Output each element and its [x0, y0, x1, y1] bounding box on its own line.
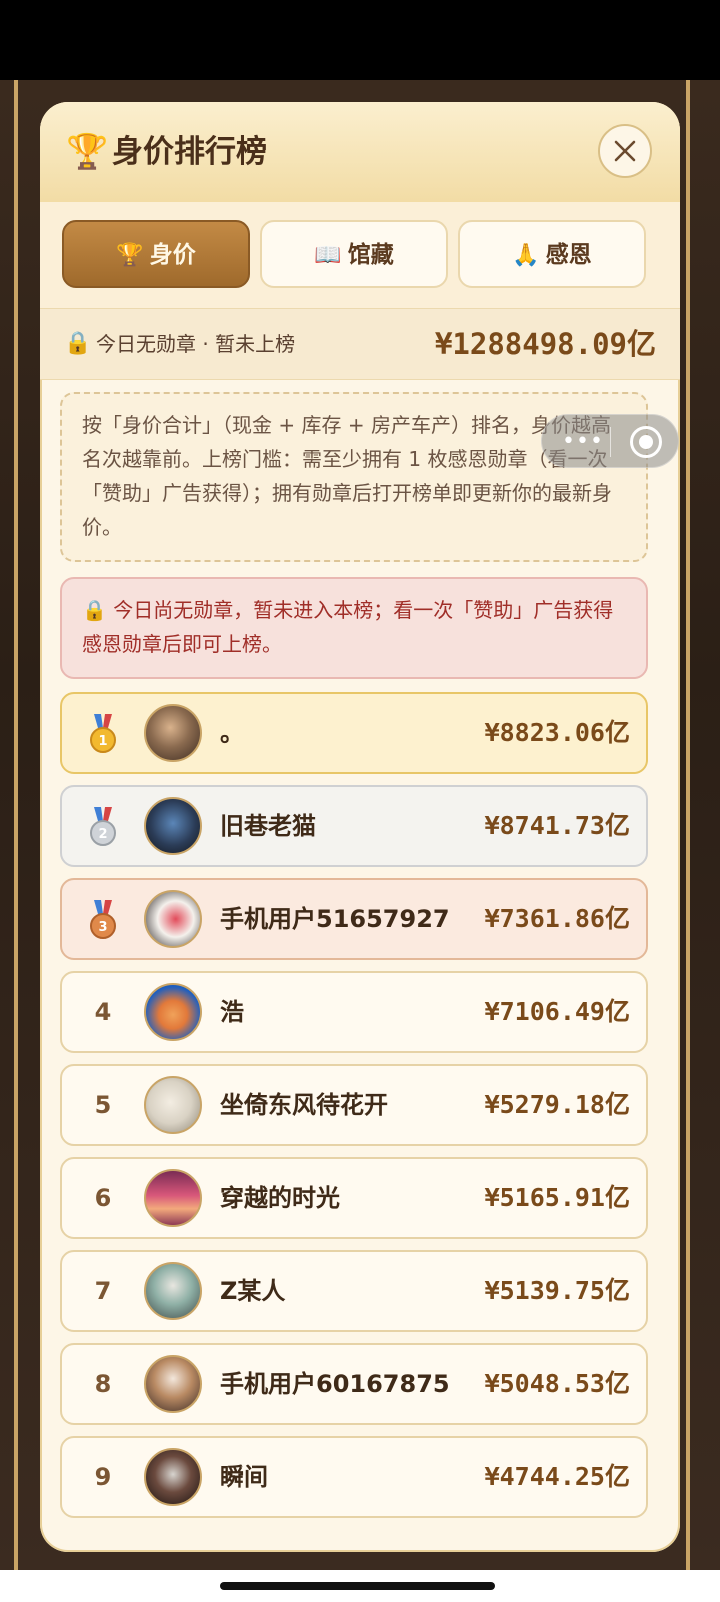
bronze-medal-icon: 3: [90, 900, 116, 939]
tab-bar: 🏆 身价 📖 馆藏 🙏 感恩: [40, 202, 680, 309]
tab-net-worth[interactable]: 🏆 身价: [62, 220, 250, 288]
username: 瞬间: [220, 1463, 268, 1491]
leaderboard-row[interactable]: 3 手机用户51657927 ¥7361.86亿: [60, 878, 648, 960]
net-worth-value: ¥8823.06亿: [484, 718, 630, 747]
avatar: [144, 1448, 202, 1506]
username: 手机用户51657927: [220, 905, 450, 933]
not-ranked-warning: 🔒 今日尚无勋章，暂未进入本榜；看一次「赞助」广告获得感恩勋章后即可上榜。: [60, 577, 648, 679]
trophy-icon: 🏆: [116, 243, 144, 268]
svg-text:2: 2: [98, 827, 107, 842]
leaderboard-row[interactable]: 1 。 ¥8823.06亿: [60, 692, 648, 774]
leaderboard-row[interactable]: 4 浩 ¥7106.49亿: [60, 971, 648, 1053]
username: 浩: [220, 998, 244, 1026]
exit-target-icon[interactable]: [630, 426, 662, 458]
username: 旧巷老猫: [220, 812, 316, 840]
trophy-icon: 🏆: [66, 132, 109, 172]
leaderboard-row[interactable]: 6 穿越的时光 ¥5165.91亿: [60, 1157, 648, 1239]
mini-program-capsule: •••: [541, 414, 679, 468]
svg-text:3: 3: [98, 920, 107, 935]
username: 。: [220, 719, 244, 747]
username: 坐倚东风待花开: [220, 1091, 388, 1119]
tab-label: 感恩: [545, 242, 592, 268]
status-bar: [0, 0, 720, 80]
tab-label: 身价: [149, 242, 196, 268]
home-indicator[interactable]: [220, 1582, 495, 1590]
net-worth-value: ¥5048.53亿: [484, 1369, 630, 1398]
avatar: [144, 704, 202, 762]
modal-header: 🏆 身价排行榜: [40, 102, 680, 203]
leaderboard-row[interactable]: 8 手机用户60167875 ¥5048.53亿: [60, 1343, 648, 1425]
gold-medal-icon: 1: [90, 714, 116, 753]
avatar: [144, 1076, 202, 1134]
username: 手机用户60167875: [220, 1370, 450, 1398]
my-status-strip: 🔒 今日无勋章 · 暂未上榜 ¥1288498.09亿: [40, 309, 680, 380]
tab-label: 馆藏: [347, 242, 394, 268]
rank-number: 8: [94, 1370, 112, 1398]
background-rail-left: [14, 80, 18, 1570]
net-worth-value: ¥5165.91亿: [484, 1183, 630, 1212]
net-worth-value: ¥4744.25亿: [484, 1462, 630, 1491]
rank-number: 4: [94, 998, 112, 1026]
avatar: [144, 890, 202, 948]
net-worth-value: ¥7361.86亿: [484, 904, 630, 933]
close-icon: [614, 140, 636, 162]
modal-title: 身价排行榜: [112, 134, 267, 170]
net-worth-value: ¥5139.75亿: [484, 1276, 630, 1305]
avatar: [144, 1169, 202, 1227]
leaderboard-row[interactable]: 9 瞬间 ¥4744.25亿: [60, 1436, 648, 1518]
net-worth-value: ¥8741.73亿: [484, 811, 630, 840]
leaderboard-row[interactable]: 7 Z某人 ¥5139.75亿: [60, 1250, 648, 1332]
rank-number: 6: [94, 1184, 112, 1212]
net-worth-value: ¥5279.18亿: [484, 1090, 630, 1119]
avatar: [144, 797, 202, 855]
close-button[interactable]: [598, 124, 652, 178]
tab-gratitude[interactable]: 🙏 感恩: [458, 220, 646, 288]
praying-hands-icon: 🙏: [512, 243, 540, 268]
net-worth-value: ¥7106.49亿: [484, 997, 630, 1026]
username: Z某人: [220, 1277, 286, 1305]
leaderboard-row[interactable]: 5 坐倚东风待花开 ¥5279.18亿: [60, 1064, 648, 1146]
avatar: [144, 1262, 202, 1320]
book-icon: 📖: [314, 243, 342, 268]
rank-number: 7: [94, 1277, 112, 1305]
username: 穿越的时光: [220, 1184, 340, 1212]
leaderboard-modal: 🏆 身价排行榜 🏆 身价 📖 馆藏 🙏 感恩 🔒 今日无勋章 · 暂未上榜 ¥1288…: [40, 102, 680, 1552]
avatar: [144, 1355, 202, 1413]
lock-icon: 🔒: [64, 331, 92, 356]
avatar: [144, 983, 202, 1041]
rank-number: 9: [94, 1463, 112, 1491]
more-icon[interactable]: •••: [562, 429, 604, 455]
tab-collection[interactable]: 📖 馆藏: [260, 220, 448, 288]
leaderboard-row[interactable]: 2 旧巷老猫 ¥8741.73亿: [60, 785, 648, 867]
capsule-divider: [610, 427, 611, 457]
background-rail-right: [686, 80, 690, 1570]
svg-text:1: 1: [98, 734, 107, 749]
my-rank-status: 今日无勋章 · 暂未上榜: [96, 332, 296, 356]
silver-medal-icon: 2: [90, 807, 116, 846]
my-net-worth: ¥1288498.09亿: [434, 327, 656, 361]
rank-number: 5: [94, 1091, 112, 1119]
